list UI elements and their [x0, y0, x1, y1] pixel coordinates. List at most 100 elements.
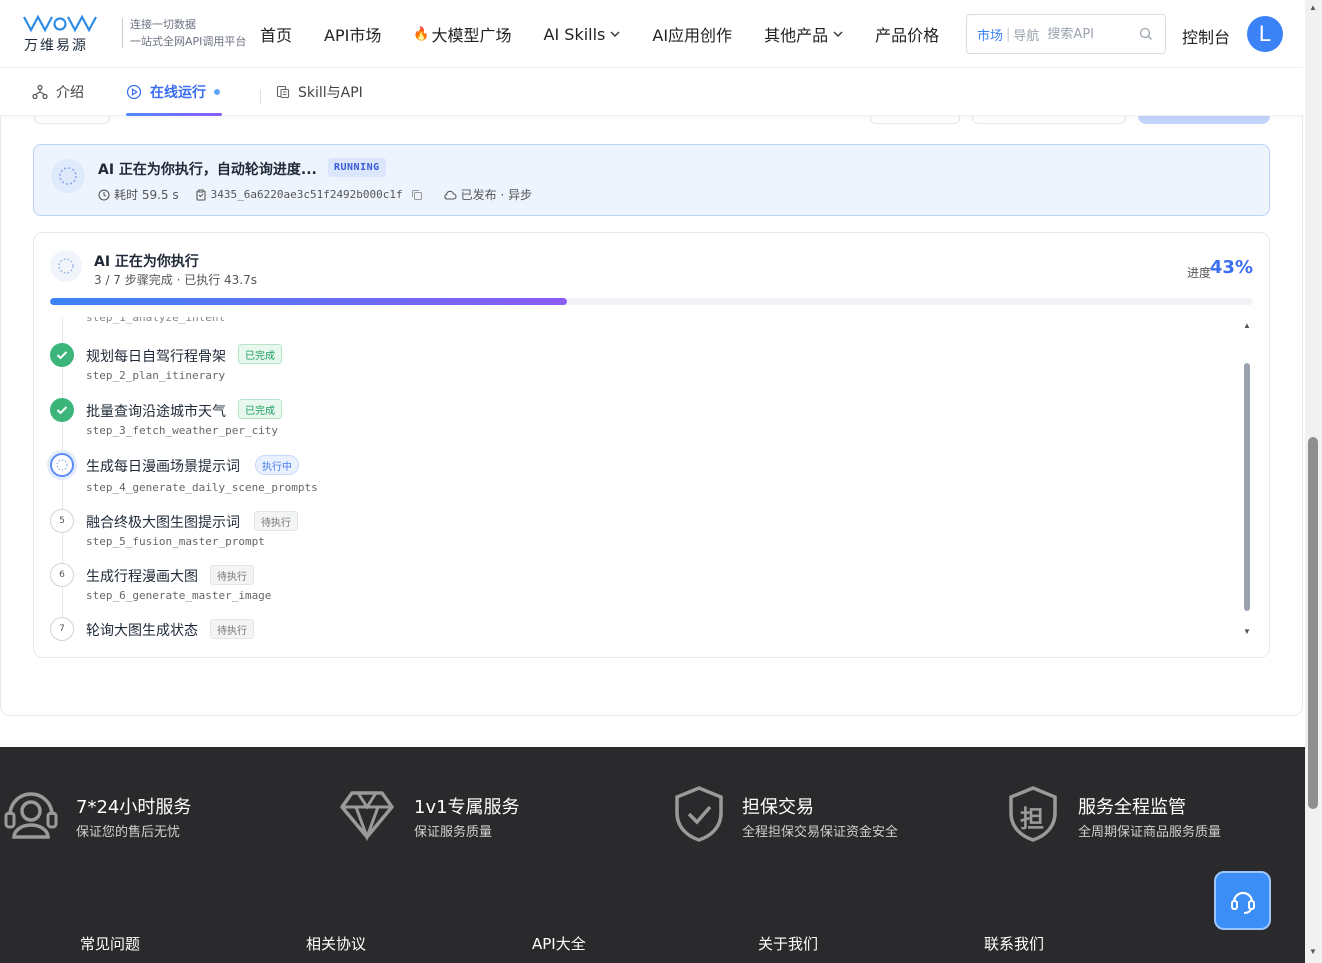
footer-link-agreements[interactable]: 相关协议: [306, 933, 366, 954]
cloud-icon: [444, 190, 457, 200]
footer-link-contact[interactable]: 联系我们: [984, 933, 1044, 954]
status-badge: 待执行: [210, 619, 254, 639]
footer-link-about[interactable]: 关于我们: [758, 933, 818, 954]
step-name: 生成行程漫画大图: [86, 569, 198, 585]
logo-slogan-line-2: 一站式全网API调用平台: [130, 35, 247, 48]
list-item[interactable]: 生成每日漫画场景提示词 执行中 step_4_generate_daily_sc…: [50, 453, 1230, 503]
list-item[interactable]: 批量查询沿途城市天气 已完成 step_3_fetch_weather_per_…: [50, 398, 1230, 448]
scroll-down-icon[interactable]: ▼: [1243, 627, 1251, 636]
progress-label: 进度: [1186, 266, 1211, 280]
logo-slogan-line-1: 连接一切数据: [130, 18, 196, 31]
nav-api-market[interactable]: API市场: [324, 22, 381, 46]
guarantee-glyph: 担: [1020, 805, 1044, 833]
logo-slogan: 连接一切数据 一站式全网API调用平台: [130, 16, 246, 50]
banner-meta: 耗时 59.5 s 3435_6a6220ae3c51f2492b000c1f …: [98, 186, 548, 203]
status-badge: 待执行: [254, 511, 298, 531]
status-badge: 已完成: [238, 399, 282, 419]
progress-bar-fill: [50, 298, 568, 305]
live-indicator-dot: [214, 89, 220, 95]
search-scope-nav[interactable]: 导航: [1013, 25, 1039, 44]
nav-llm-plaza[interactable]: 🔥 大模型广场: [413, 22, 511, 46]
main-nav: 首页 API市场 🔥 大模型广场 AI Skills AI应用创作 其他产品 产品…: [260, 0, 971, 68]
status-badge: 已完成: [238, 344, 282, 364]
logo-name: 万维易源: [24, 38, 88, 54]
list-item[interactable]: 7 轮询大图生成状态 待执行: [50, 617, 1230, 641]
feature-1v1-service: 1v1专属服务 保证服务质量: [338, 785, 638, 845]
step-list-scrollbar[interactable]: ▲ ▼: [1241, 321, 1253, 639]
progress-subtitle: 3 / 7 步骤完成 · 已执行 43.7s: [94, 273, 257, 287]
step-name: 生成每日漫画场景提示词: [86, 459, 240, 475]
feature-title: 担保交易: [742, 797, 814, 818]
list-item[interactable]: 规划每日自驾行程骨架 已完成 step_2_plan_itinerary: [50, 343, 1230, 393]
list-item[interactable]: 6 生成行程漫画大图 待执行 step_6_generate_master_im…: [50, 563, 1230, 613]
node-tree-icon: [32, 84, 48, 100]
tab-intro[interactable]: 介绍: [32, 68, 84, 116]
tab-separator: [260, 90, 261, 104]
elapsed-time: 耗时 59.5 s: [98, 186, 179, 203]
feature-title: 1v1专属服务: [414, 797, 520, 818]
scroll-down-icon[interactable]: ▼: [1309, 947, 1317, 956]
feature-title: 服务全程监管: [1078, 797, 1186, 818]
tab-online-run[interactable]: 在线运行: [126, 68, 222, 116]
feature-title: 7*24小时服务: [76, 797, 192, 818]
status-badge: 执行中: [255, 455, 299, 475]
step-name: 轮询大图生成状态: [86, 623, 198, 639]
step-number: 7: [50, 617, 74, 641]
loading-spinner-icon: [50, 250, 82, 282]
step-number: 6: [50, 563, 74, 587]
search-box[interactable]: 市场 | 导航: [966, 14, 1166, 54]
footer-link-faq[interactable]: 常见问题: [80, 933, 140, 954]
play-circle-icon: [126, 84, 142, 100]
feature-desc: 全周期保证商品服务质量: [1078, 825, 1222, 840]
chevron-down-icon: [833, 31, 843, 37]
site-footer: 7*24小时服务 保证您的售后无忧 1v1专属服务 保证服务质量 担保交易 全程…: [0, 747, 1305, 963]
banner-title: AI 正在为你执行，自动轮询进度...: [98, 162, 317, 178]
feature-24h-service: 7*24小时服务 保证您的售后无忧: [2, 785, 302, 845]
avatar[interactable]: L: [1247, 16, 1283, 52]
search-icon[interactable]: [1139, 27, 1153, 41]
step-list: step_1_analyze_intent 规划每日自驾行程骨架 已完成 ste…: [34, 317, 1244, 641]
step-name: 批量查询沿途城市天气: [86, 404, 226, 420]
nav-ai-app-creation[interactable]: AI应用创作: [652, 22, 732, 46]
fire-icon: 🔥: [413, 26, 430, 42]
task-id: 3435_6a6220ae3c51f2492b000c1f: [195, 188, 427, 201]
progress-card: AI 正在为你执行 3 / 7 步骤完成 · 已执行 43.7s 进度 43% …: [33, 232, 1270, 658]
nav-home[interactable]: 首页: [260, 22, 292, 46]
search-scope-market[interactable]: 市场: [977, 25, 1003, 44]
logo-mark: 万维易源: [22, 14, 98, 54]
hidden-primary-button[interactable]: [1138, 116, 1270, 124]
code-doc-icon: [276, 85, 290, 99]
nav-other-products[interactable]: 其他产品: [764, 22, 843, 46]
tab-skill-api[interactable]: Skill与API: [276, 68, 363, 116]
nav-pricing[interactable]: 产品价格: [875, 22, 939, 46]
shield-check-icon: [675, 786, 723, 842]
customer-support-button[interactable]: [1214, 871, 1271, 930]
step-name: 规划每日自驾行程骨架: [86, 349, 226, 365]
check-circle-icon: [50, 398, 74, 422]
feature-supervision: 担 服务全程监管 全周期保证商品服务质量: [1006, 785, 1296, 845]
step-id: step_2_plan_itinerary: [86, 369, 226, 382]
progress-title: AI 正在为你执行: [94, 254, 199, 270]
progress-bar: [50, 298, 1253, 305]
search-input[interactable]: [1047, 26, 1128, 42]
step-id: step_3_fetch_weather_per_city: [86, 424, 279, 437]
diamond-icon: [340, 791, 394, 842]
page-scrollbar[interactable]: ▲ ▼: [1305, 0, 1322, 963]
scrollbar-thumb[interactable]: [1244, 363, 1250, 611]
status-badge: RUNNING: [328, 158, 386, 177]
console-link[interactable]: 控制台: [1182, 24, 1230, 48]
clipboard-icon: [196, 189, 206, 201]
logo[interactable]: 万维易源 连接一切数据 一站式全网API调用平台: [22, 14, 246, 54]
copy-icon[interactable]: [411, 189, 423, 201]
scrollbar-thumb[interactable]: [1308, 437, 1318, 809]
list-item[interactable]: 5 融合终极大图生图提示词 待执行 step_5_fusion_master_p…: [50, 509, 1230, 559]
footer-link-api-catalog[interactable]: API大全: [532, 933, 586, 954]
nav-ai-skills[interactable]: AI Skills: [544, 25, 621, 44]
progress-value: 43%: [1209, 257, 1253, 278]
detail-tabs: 介绍 在线运行 Skill与API: [0, 68, 1303, 116]
scroll-up-icon[interactable]: ▲: [1309, 3, 1317, 12]
scroll-up-icon[interactable]: ▲: [1243, 321, 1251, 330]
loading-spinner-icon: [51, 159, 85, 193]
publish-status: 已发布 · 异步: [443, 186, 532, 203]
logo-divider: [122, 18, 123, 48]
